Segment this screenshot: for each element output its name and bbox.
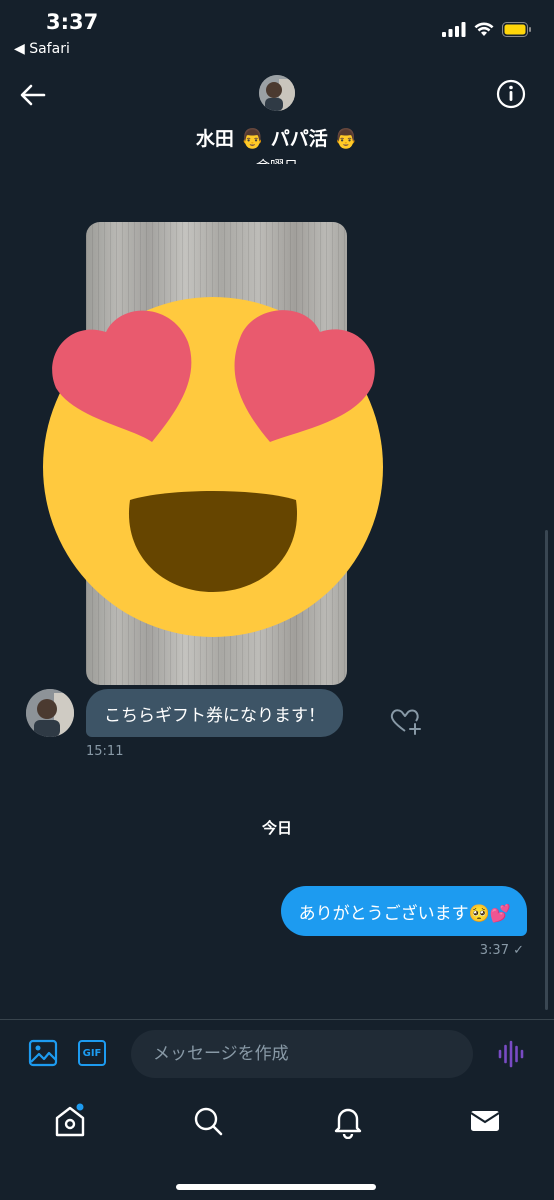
scrollbar[interactable]: [545, 530, 548, 1010]
wifi-icon: [474, 22, 494, 36]
status-icons: [442, 22, 532, 37]
conversation-subtitle: 金曜日: [0, 154, 554, 164]
info-icon[interactable]: [494, 77, 528, 111]
back-arrow-icon[interactable]: [16, 78, 50, 112]
back-to-safari-link[interactable]: ◀ Safari: [14, 41, 70, 57]
heart-eyes-emoji-sticker: [43, 297, 383, 637]
header-avatar[interactable]: [259, 75, 295, 111]
sent-message-bubble[interactable]: ありがとうございます🥺💕: [280, 886, 527, 936]
home-icon[interactable]: [52, 1103, 88, 1139]
message-input[interactable]: [131, 1030, 473, 1078]
conversation-title: 水田 👨 パパ活 👨: [195, 128, 359, 150]
signal-icon: [442, 22, 466, 37]
heart-plus-icon[interactable]: [388, 704, 422, 738]
avatar-photo: [259, 75, 295, 111]
received-message-bubble[interactable]: こちらギフト券になります！: [86, 689, 343, 737]
received-message-time: 15:11: [86, 744, 124, 759]
received-message-text: こちらギフト券になります！: [104, 705, 325, 726]
avatar-photo: [26, 689, 74, 737]
sender-avatar[interactable]: [26, 689, 74, 737]
gif-button[interactable]: GIF: [78, 1040, 106, 1066]
day-label: 金曜日: [256, 156, 298, 164]
voice-icon[interactable]: [497, 1039, 525, 1069]
notification-dot: [76, 1103, 84, 1111]
bell-icon[interactable]: [330, 1103, 366, 1139]
battery-icon: [502, 22, 531, 37]
mail-icon[interactable]: [467, 1103, 503, 1139]
composer-divider: [0, 1019, 554, 1020]
gif-icon: GIF: [82, 1047, 102, 1059]
home-indicator[interactable]: [176, 1184, 376, 1190]
search-icon[interactable]: [190, 1103, 226, 1139]
sent-message-text: ありがとうございます🥺💕: [298, 903, 511, 924]
status-time: 3:37: [46, 10, 99, 34]
day-separator: 今日: [261, 819, 292, 837]
sent-message-time: 3:37 ✓: [479, 943, 524, 958]
image-icon[interactable]: [28, 1038, 58, 1068]
